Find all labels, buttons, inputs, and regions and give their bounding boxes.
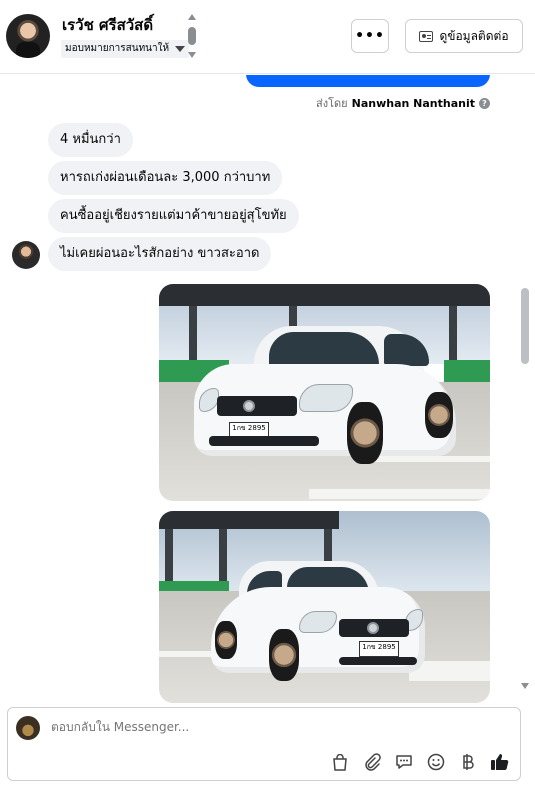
more-icon: ••• <box>355 28 385 44</box>
header-scrollbar[interactable] <box>186 14 198 60</box>
incoming-message[interactable]: คนซื้ออยู่เชียงรายแต่มาค้าขายอยู่สุโขทัย <box>48 199 299 233</box>
scroll-down-icon[interactable] <box>521 683 529 689</box>
sender-name: Nanwhan Nanthanit <box>351 96 475 110</box>
assign-conversation-dropdown[interactable]: มอบหมายการสนทนาให้ <box>61 40 190 58</box>
assign-label: มอบหมายการสนทนาให้ <box>65 43 170 54</box>
page-avatar <box>16 716 40 740</box>
incoming-message[interactable]: 4 หมื่นกว่า <box>48 123 133 157</box>
license-plate: 1กข 2895 <box>359 641 399 657</box>
conversation-header: เรวัช ศรีสวัสดิ์ มอบหมายการสนทนาให้ ••• … <box>0 0 535 74</box>
sent-by-line: ส่งโดย Nanwhan Nanthanit ? <box>316 94 490 112</box>
photo-attachment[interactable]: 1กข 2895 <box>159 284 490 501</box>
thumbs-up-icon[interactable] <box>490 752 510 772</box>
scroll-thumb[interactable] <box>521 288 529 364</box>
sent-by-prefix: ส่งโดย <box>316 97 348 110</box>
incoming-message[interactable]: ไม่เคยผ่อนอะไรสักอย่าง ขาวสะอาด <box>48 237 272 271</box>
incoming-message[interactable]: หารถเก่งผ่อนเดือนละ 3,000 กว่าบาท <box>48 161 283 195</box>
saved-reply-icon[interactable] <box>394 752 414 772</box>
outgoing-message-bubble[interactable] <box>246 75 490 87</box>
sender-avatar[interactable] <box>12 241 40 269</box>
contact-name[interactable]: เรวัช ศรีสวัสดิ์ <box>62 13 153 37</box>
composer-toolbar <box>330 752 510 772</box>
message-thread: ส่งโดย Nanwhan Nanthanit ? 4 หมื่นกว่า ห… <box>0 75 535 705</box>
chevron-down-icon <box>175 46 186 52</box>
info-icon[interactable]: ? <box>479 97 490 109</box>
scroll-up-icon[interactable] <box>188 14 196 20</box>
thread-scrollbar[interactable] <box>518 75 532 695</box>
scroll-down-icon[interactable] <box>188 52 196 58</box>
baht-icon[interactable] <box>458 752 478 772</box>
contact-card-icon <box>419 30 434 42</box>
emoji-icon[interactable] <box>426 752 446 772</box>
paperclip-icon[interactable] <box>362 752 382 772</box>
view-contact-info-button[interactable]: ดูข้อมูลติดต่อ <box>405 19 523 53</box>
reply-composer <box>7 707 521 781</box>
more-options-button[interactable]: ••• <box>351 19 389 53</box>
scroll-thumb[interactable] <box>188 27 196 45</box>
shopping-bag-icon[interactable] <box>330 752 350 772</box>
view-contact-info-label: ดูข้อมูลติดต่อ <box>439 28 509 43</box>
photo-attachment[interactable]: 1กข 2895 <box>159 511 490 703</box>
reply-input[interactable] <box>51 720 451 734</box>
contact-avatar[interactable] <box>6 14 50 58</box>
